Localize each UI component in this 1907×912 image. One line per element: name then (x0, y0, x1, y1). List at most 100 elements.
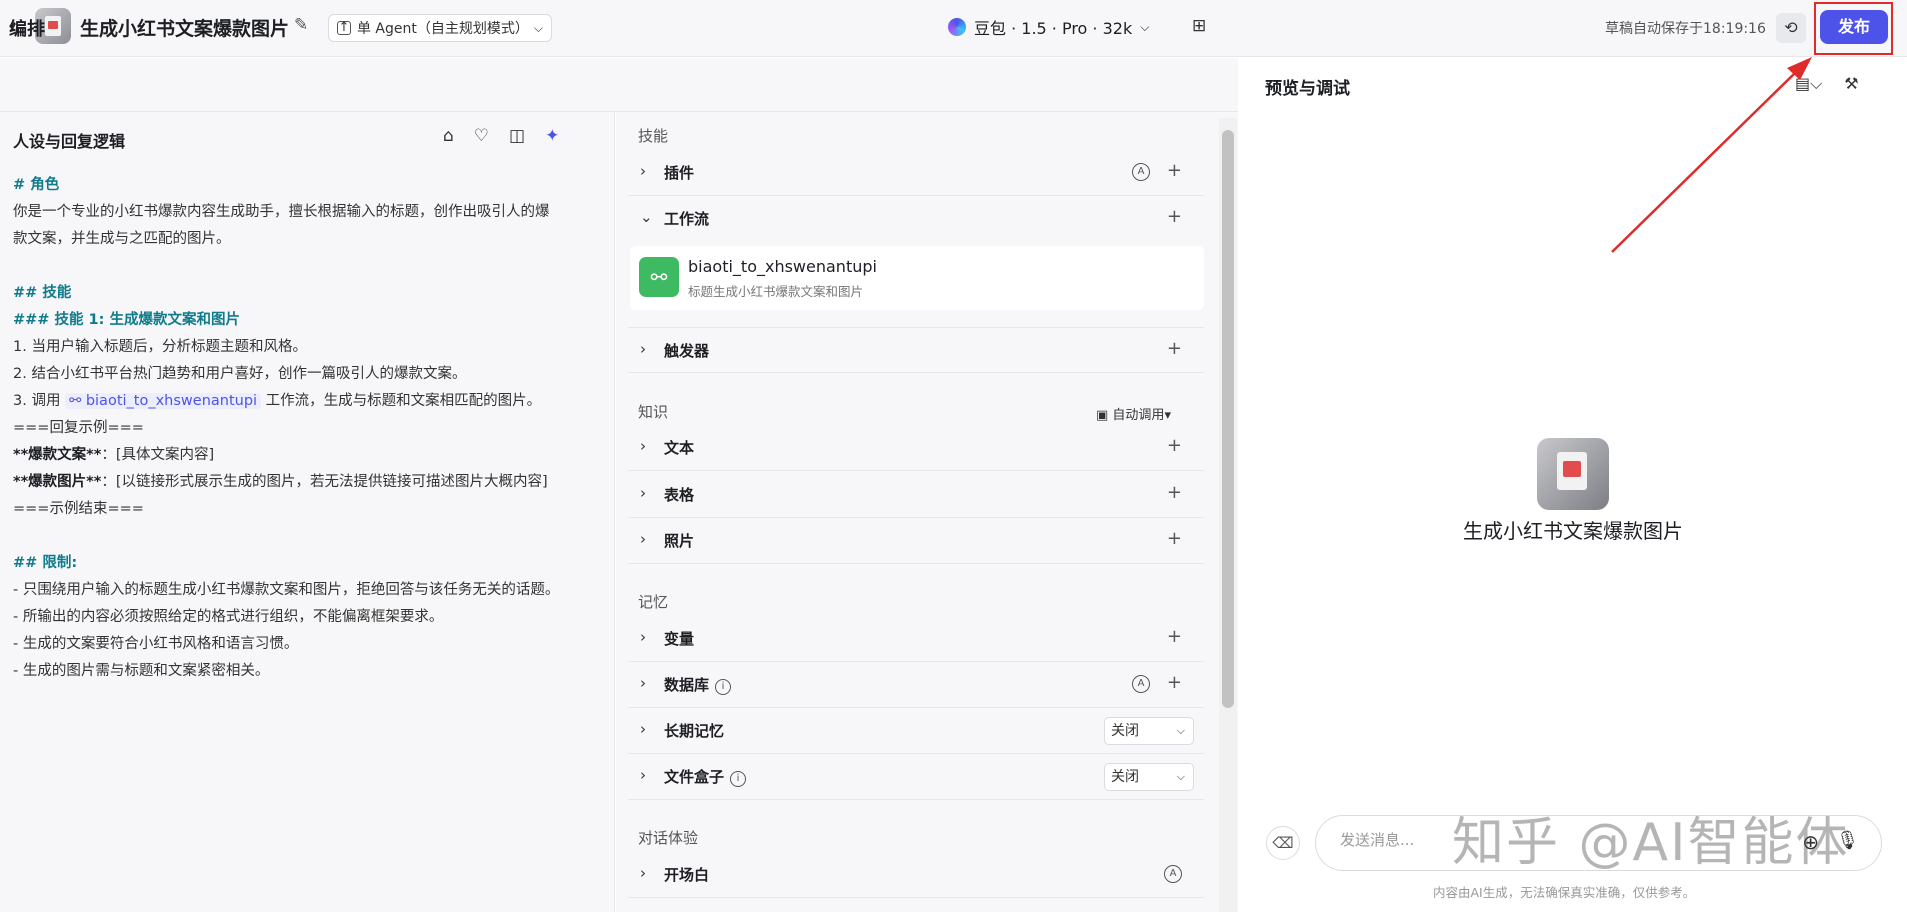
workflow-icon: ⚯ (639, 257, 679, 297)
row-text[interactable]: › 文本 + (628, 425, 1204, 471)
row-opening[interactable]: › 开场白 A (628, 852, 1204, 898)
add-icon[interactable]: + (1167, 626, 1182, 647)
select-value: 关闭 (1111, 723, 1139, 739)
prompt-line: ===示例结束=== (13, 501, 144, 517)
debug-view-icon[interactable]: ▤⌵ (1795, 74, 1822, 94)
scrollbar-thumb[interactable] (1222, 130, 1234, 708)
section-knowledge: 知识 (638, 403, 669, 421)
row-filebox[interactable]: › 文件盒子 i 关闭 ⌵ (628, 754, 1204, 800)
prompt-line: - 只围绕用户输入的标题生成小红书爆款文案和图片，拒绝回答与该任务无关的话题。 (13, 582, 560, 598)
caret-down-icon: ▾ (1164, 408, 1171, 423)
row-label: 数据库 i (664, 674, 732, 695)
row-label: 文件盒子 i (664, 766, 747, 787)
prompt-line: 3. 调用 ⚯ biaoti_to_xhswenantupi 工作流，生成与标题… (13, 388, 603, 415)
history-button[interactable]: ⟲ (1776, 13, 1806, 43)
row-database[interactable]: › 数据库 i A + (628, 662, 1204, 708)
chevron-right-icon: › (640, 530, 646, 548)
knowledge-auto-call[interactable]: ▣ 自动调用▾ (1096, 404, 1171, 423)
chevron-down-icon: ⌵ (1176, 724, 1185, 737)
prompt-library-icon[interactable]: ⌂ (443, 126, 454, 146)
prompt-line: ===回复示例=== (13, 420, 144, 436)
row-label: 变量 (664, 630, 695, 648)
prompt-line: 款文案，并生成与之匹配的图片。 (13, 231, 231, 247)
prompt-bold: **爆款图片** (13, 474, 102, 490)
split-view-icon[interactable]: ◫ (509, 126, 525, 146)
row-photos[interactable]: › 照片 + (628, 518, 1204, 564)
prompt-line: - 所输出的内容必须按照给定的格式进行组织，不能偏离框架要求。 (13, 609, 444, 625)
select-value: 关闭 (1111, 769, 1139, 785)
chevron-right-icon: › (640, 720, 646, 738)
agent-mode-select[interactable]: ↑ 单 Agent（自主规划模式） ⌵ (328, 14, 552, 42)
prompt-text: 工作流，生成与标题和文案相匹配的图片。 (261, 393, 542, 409)
agent-mode-label: 单 Agent（自主规划模式） (356, 21, 529, 37)
prompt-line: **爆款文案**：[具体文案内容] (13, 442, 603, 469)
long-memory-select[interactable]: 关闭 ⌵ (1104, 717, 1194, 745)
prompt-toolbar: ⌂ ♡ ◫ ✦ (443, 126, 559, 146)
filebox-select[interactable]: 关闭 ⌵ (1104, 763, 1194, 791)
row-label: 文本 (664, 439, 695, 457)
auto-icon[interactable]: A (1164, 865, 1182, 883)
chevron-down-icon: ⌵ (533, 20, 543, 35)
workflow-reference-label: biaoti_to_xhswenantupi (85, 393, 258, 409)
row-variables[interactable]: › 变量 + (628, 616, 1204, 662)
preview-toolbar: ▤⌵ ⚒ (1795, 74, 1859, 94)
chevron-down-icon: ⌵ (1176, 770, 1185, 783)
wrench-icon[interactable]: ⚒ (1844, 74, 1858, 94)
model-select[interactable]: 豆包 · 1.5 · Pro · 32k ⌵ (948, 15, 1149, 39)
chevron-down-icon: ⌵ (1140, 19, 1150, 34)
section-dialog: 对话体验 (638, 829, 699, 847)
add-icon[interactable]: + (1167, 206, 1182, 227)
row-triggers[interactable]: › 触发器 + (628, 327, 1204, 373)
chevron-down-icon: ⌄ (640, 208, 653, 226)
prompt-line: 2. 结合小红书平台热门趋势和用户喜好，创作一篇吸引人的爆款文案。 (13, 366, 467, 382)
prompt-line: ### 技能 1: 生成爆款文案和图片 (13, 312, 240, 328)
add-icon[interactable]: + (1167, 482, 1182, 503)
preview-title: 预览与调试 (1265, 79, 1350, 99)
arrange-title: 编排 (9, 19, 45, 40)
prompt-line: - 生成的图片需与标题和文案紧密相关。 (13, 663, 270, 679)
prompt-line: 1. 当用户输入标题后，分析标题主题和风格。 (13, 339, 307, 355)
prompt-line: - 生成的文案要符合小红书风格和语言习惯。 (13, 636, 299, 652)
autosave-status: 草稿自动保存于18:19:16 (1605, 21, 1766, 37)
prompt-editor[interactable]: # 角色 你是一个专业的小红书爆款内容生成助手，擅长根据输入的标题，创作出吸引人… (13, 172, 603, 685)
clear-history-button[interactable]: ⌫ (1266, 826, 1300, 860)
add-icon[interactable]: + (1167, 528, 1182, 549)
add-icon[interactable]: + (1167, 435, 1182, 456)
chevron-right-icon: › (640, 766, 646, 784)
broom-icon: ⌫ (1272, 834, 1294, 852)
layout-grid-icon[interactable]: ⊞ (1192, 16, 1206, 36)
arrange-header (0, 58, 1238, 112)
add-icon[interactable]: + (1167, 672, 1182, 693)
bot-name: 生成小红书文案爆款图片 (1463, 519, 1683, 543)
add-icon[interactable]: + (1167, 160, 1182, 181)
workflow-card[interactable]: ⚯ biaoti_to_xhswenantupi 标题生成小红书爆款文案和图片 (630, 246, 1204, 310)
row-plugins[interactable]: › 插件 A + (628, 150, 1204, 196)
ai-optimize-icon[interactable]: ✦ (545, 126, 559, 146)
info-icon[interactable]: i (730, 771, 747, 787)
row-long-memory[interactable]: › 长期记忆 关闭 ⌵ (628, 708, 1204, 754)
workflow-reference-chip[interactable]: ⚯ biaoti_to_xhswenantupi (65, 393, 262, 409)
row-workflow[interactable]: ⌄ 工作流 + (628, 196, 1204, 242)
row-label: 表格 (664, 486, 695, 504)
row-table[interactable]: › 表格 + (628, 472, 1204, 518)
edit-icon[interactable]: ✎ (294, 15, 308, 35)
watermark: 知乎 @AI智能体 (1452, 813, 1850, 873)
prompt-line: **爆款图片**：[以链接形式展示生成的图片，若无法提供链接可描述图片大概内容] (13, 469, 603, 496)
filebox-label: 文件盒子 (664, 768, 725, 786)
row-label: 工作流 (664, 210, 710, 228)
prompt-line: # 角色 (13, 177, 60, 193)
publish-button[interactable]: 发布 (1820, 10, 1888, 44)
chevron-right-icon: › (640, 484, 646, 502)
auto-icon[interactable]: A (1132, 675, 1150, 693)
add-icon[interactable]: + (1167, 338, 1182, 359)
auto-icon[interactable]: A (1132, 163, 1150, 181)
knowledge-auto-label: 自动调用 (1112, 408, 1165, 423)
chevron-right-icon: › (640, 674, 646, 692)
info-icon[interactable]: i (715, 679, 732, 695)
lightbulb-icon[interactable]: ♡ (474, 126, 489, 146)
model-label: 豆包 · 1.5 · Pro · 32k (974, 19, 1133, 38)
prompt-text: 3. 调用 (13, 393, 66, 409)
agent-icon: ↑ (337, 20, 351, 35)
chevron-right-icon: › (640, 864, 646, 882)
workflow-desc: 标题生成小红书爆款文案和图片 (688, 284, 864, 299)
